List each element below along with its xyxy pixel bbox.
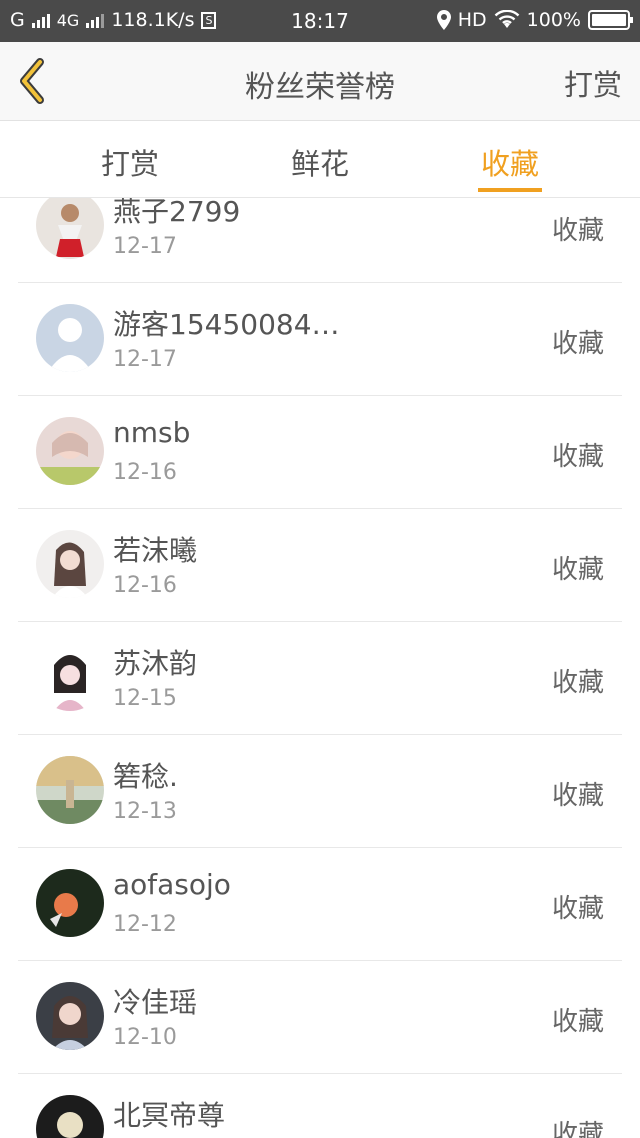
- list-item[interactable]: 箬稔. 12-13 收藏: [18, 735, 622, 848]
- fan-date: 12-13: [113, 799, 177, 824]
- fan-name: 燕子2799: [113, 198, 241, 228]
- fan-name: 箬稔.: [113, 760, 178, 793]
- favorite-action: 收藏: [551, 329, 604, 359]
- fan-date: 12-17: [113, 347, 177, 372]
- reward-button[interactable]: 打赏: [564, 62, 622, 104]
- avatar: [36, 198, 104, 259]
- fan-name: 若沫曦: [113, 534, 198, 567]
- fan-name: 冷佳瑶: [113, 986, 198, 1019]
- avatar: [36, 982, 104, 1050]
- favorite-action: 收藏: [551, 894, 604, 924]
- favorite-action: 收藏: [551, 216, 604, 246]
- favorite-action: 收藏: [551, 1007, 604, 1037]
- fan-name: nmsb: [113, 416, 191, 449]
- fan-date: 12-17: [113, 234, 177, 259]
- status-right: HD 100%: [436, 9, 633, 31]
- favorite-action: 收藏: [551, 442, 604, 472]
- fan-date: 12-16: [113, 573, 177, 598]
- page-title: 粉丝荣誉榜: [245, 70, 395, 105]
- hd-label: HD: [457, 9, 487, 31]
- list-item[interactable]: nmsb 12-16 收藏: [18, 396, 622, 509]
- avatar: [36, 756, 104, 824]
- location-icon: [436, 10, 451, 30]
- battery-icon: [588, 10, 633, 30]
- favorite-action: 收藏: [551, 555, 604, 585]
- list-item[interactable]: 游客15450084… 12-17 收藏: [18, 283, 622, 396]
- fan-list: 燕子2799 12-17 收藏 游客15450084… 12-17 收藏 nms…: [0, 198, 640, 1138]
- favorite-action: 收藏: [551, 1120, 604, 1138]
- avatar: [36, 869, 104, 937]
- battery-percent: 100%: [526, 9, 581, 31]
- avatar: [36, 304, 104, 372]
- fan-name: 苏沐韵: [113, 647, 198, 680]
- list-item[interactable]: 若沫曦 12-16 收藏: [18, 509, 622, 622]
- fan-name: 游客15450084…: [113, 308, 340, 341]
- list-item[interactable]: 北冥帝尊 收藏: [18, 1074, 622, 1138]
- fan-name: aofasojo: [113, 868, 231, 901]
- avatar: [36, 530, 104, 598]
- avatar: [36, 643, 104, 711]
- status-bar: G 4G 118.1K/s S 18:17 HD 100%: [0, 0, 640, 42]
- fan-date: 12-12: [113, 912, 177, 937]
- fan-date: 12-16: [113, 460, 177, 485]
- tab-favorites[interactable]: 收藏: [430, 141, 590, 183]
- fan-date: 12-10: [113, 1025, 177, 1050]
- avatar: [36, 1095, 104, 1138]
- fan-date: 12-15: [113, 686, 177, 711]
- nav-bar: 粉丝荣誉榜 打赏: [0, 42, 640, 121]
- list-item[interactable]: 燕子2799 12-17 收藏: [18, 198, 622, 283]
- tab-bar: 打赏 鲜花 收藏: [0, 121, 640, 198]
- avatar: [36, 417, 104, 485]
- favorite-action: 收藏: [551, 668, 604, 698]
- list-item[interactable]: 苏沐韵 12-15 收藏: [18, 622, 622, 735]
- list-item[interactable]: 冷佳瑶 12-10 收藏: [18, 961, 622, 1074]
- list-item[interactable]: aofasojo 12-12 收藏: [18, 848, 622, 961]
- favorite-action: 收藏: [551, 781, 604, 811]
- active-tab-indicator: [478, 188, 542, 192]
- fan-name: 北冥帝尊: [113, 1099, 226, 1132]
- tab-reward[interactable]: 打赏: [50, 141, 210, 183]
- wifi-icon: [494, 10, 520, 28]
- tab-flowers[interactable]: 鲜花: [240, 141, 400, 183]
